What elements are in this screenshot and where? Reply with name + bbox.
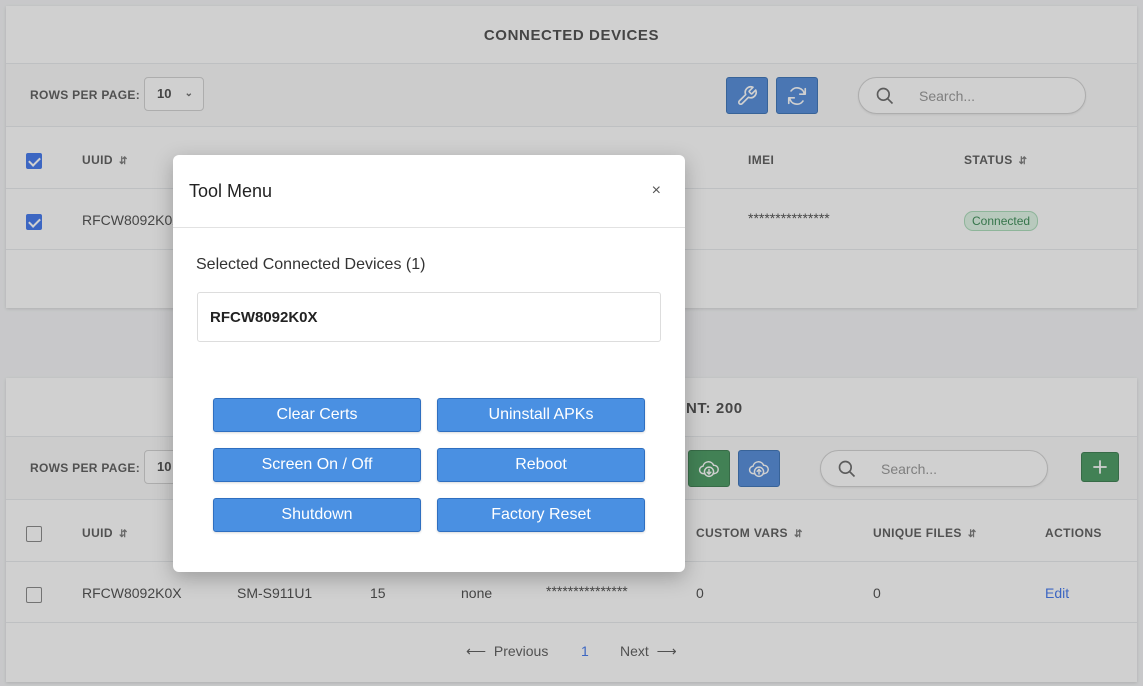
screen-on-off-button[interactable]: Screen On / Off <box>213 448 421 482</box>
modal-title: Tool Menu <box>189 181 273 201</box>
close-icon[interactable]: × <box>652 182 661 200</box>
shutdown-button[interactable]: Shutdown <box>213 498 421 532</box>
clear-certs-button[interactable]: Clear Certs <box>213 398 421 432</box>
factory-reset-button[interactable]: Factory Reset <box>437 498 645 532</box>
selected-devices-label: Selected Connected Devices (1) <box>196 256 426 273</box>
reboot-button[interactable]: Reboot <box>437 448 645 482</box>
tool-menu-modal: Tool Menu × Selected Connected Devices (… <box>173 155 685 572</box>
selected-device-item: RFCW8092K0X <box>210 309 318 326</box>
selected-devices-list: RFCW8092K0X <box>197 292 661 342</box>
modal-header: Tool Menu × <box>173 155 685 228</box>
uninstall-apks-button[interactable]: Uninstall APKs <box>437 398 645 432</box>
